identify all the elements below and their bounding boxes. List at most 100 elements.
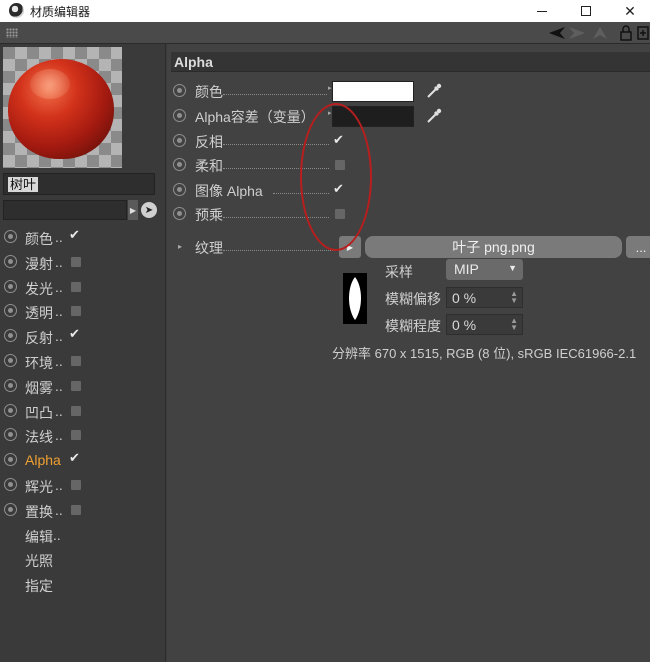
channel-radio[interactable]: [4, 403, 17, 417]
channel-radio[interactable]: [4, 230, 17, 243]
animate-radio[interactable]: [173, 158, 186, 171]
channel-item[interactable]: 环境..: [0, 350, 160, 372]
channel-radio[interactable]: [4, 354, 17, 367]
chevron-down-icon: ▼: [508, 263, 517, 273]
lock-icon[interactable]: [619, 25, 633, 41]
expand-arrow-icon[interactable]: ▸: [328, 84, 332, 92]
layer-field[interactable]: [3, 200, 127, 220]
channel-checkbox[interactable]: ✔: [69, 450, 80, 466]
channel-dots: ..: [55, 229, 63, 245]
eyedropper-icon[interactable]: [425, 82, 443, 100]
back-arrow-icon[interactable]: [547, 25, 567, 41]
pick-arrow-icon[interactable]: ➤: [141, 202, 157, 218]
channel-checkbox[interactable]: [71, 380, 81, 391]
blur-offset-field[interactable]: 0 % ▲ ▼: [446, 287, 523, 308]
channel-radio[interactable]: [4, 304, 17, 318]
channel-dots: ..: [55, 377, 63, 394]
channel-radio[interactable]: [4, 254, 17, 268]
channel-item[interactable]: 烟雾..: [0, 375, 160, 397]
channel-item[interactable]: 光照: [0, 548, 160, 570]
material-preview[interactable]: [3, 47, 122, 168]
window-title: 材质编辑器: [30, 5, 91, 19]
blur-scale-value: 0 %: [452, 317, 477, 333]
channel-item[interactable]: 反射.. ✔: [0, 325, 160, 347]
channel-checkbox[interactable]: [71, 306, 81, 317]
channel-radio[interactable]: [4, 453, 17, 467]
channel-label: 环境: [25, 355, 53, 371]
soft-checkbox[interactable]: [335, 160, 345, 170]
expand-arrow-icon[interactable]: ▸: [328, 109, 332, 117]
channel-item[interactable]: 法线..: [0, 424, 160, 446]
leader-dots: [223, 250, 335, 251]
sampling-select[interactable]: MIP ▼: [446, 259, 523, 280]
animate-radio[interactable]: [173, 207, 186, 220]
animate-radio[interactable]: [173, 109, 186, 122]
resolution-info: 分辨率 670 x 1515, RGB (8 位), sRGB IEC61966…: [332, 346, 637, 361]
cinema4d-app-icon: [9, 3, 24, 18]
channel-checkbox[interactable]: [71, 430, 81, 441]
minimize-icon: [537, 10, 547, 12]
eyedropper-icon[interactable]: [425, 107, 443, 125]
expand-arrow-icon[interactable]: ▸: [178, 242, 182, 251]
channel-checkbox[interactable]: [71, 504, 81, 515]
channel-item[interactable]: 指定: [0, 573, 160, 595]
up-arrow-icon[interactable]: [591, 25, 609, 41]
channel-dots: ..: [55, 303, 63, 320]
channel-label: 凹凸: [25, 404, 53, 421]
close-button[interactable]: ✕: [607, 0, 650, 22]
maximize-icon: [581, 6, 591, 16]
channel-item[interactable]: 发光..: [0, 276, 160, 298]
invert-checkbox[interactable]: ✔: [333, 132, 344, 148]
image-alpha-checkbox[interactable]: ✔: [333, 181, 344, 197]
texture-file-button[interactable]: 叶子 png.png: [365, 236, 622, 258]
channel-radio[interactable]: [4, 502, 17, 516]
channel-radio[interactable]: [4, 329, 17, 343]
title-bar: 材质编辑器 ✕: [0, 0, 650, 22]
leader-dots: [223, 168, 329, 169]
blur-scale-field[interactable]: 0 % ▲ ▼: [446, 314, 523, 335]
material-name-field[interactable]: 树叶: [3, 173, 155, 195]
tolerance-swatch[interactable]: [332, 106, 414, 127]
animate-radio[interactable]: [173, 183, 186, 196]
spinner-icon[interactable]: ▲ ▼: [510, 317, 518, 332]
spinner-icon[interactable]: ▲ ▼: [510, 290, 518, 305]
channel-checkbox[interactable]: ✔: [69, 326, 80, 342]
channel-checkbox[interactable]: ✔: [69, 227, 80, 243]
forward-arrow-icon[interactable]: [568, 25, 586, 41]
layer-dropdown-button[interactable]: ▶: [128, 200, 138, 220]
alpha-color-row: 颜色 ▸: [173, 80, 643, 102]
premultiply-row: 预乘: [173, 203, 643, 225]
texture-menu-button[interactable]: ▶: [339, 236, 361, 258]
texture-thumbnail: [343, 273, 367, 324]
animate-radio[interactable]: [173, 134, 186, 147]
alpha-properties-panel: Alpha 颜色 ▸ Alpha容差（变量） ▸ 反相 ✔ 柔和 图像 Alph…: [167, 44, 650, 662]
channel-radio[interactable]: [4, 478, 17, 491]
minimize-button[interactable]: [519, 0, 565, 22]
maximize-button[interactable]: [563, 0, 609, 22]
color-swatch[interactable]: [332, 81, 414, 102]
invert-row: 反相 ✔: [173, 130, 643, 152]
channel-item[interactable]: 置换..: [0, 499, 160, 521]
channel-radio[interactable]: [4, 279, 17, 293]
channel-checkbox[interactable]: [71, 405, 81, 416]
channel-item[interactable]: Alpha ✔: [0, 449, 160, 471]
channel-item[interactable]: 编辑..: [0, 524, 160, 546]
channel-checkbox[interactable]: [71, 480, 81, 490]
channel-checkbox[interactable]: [71, 256, 81, 267]
channel-item[interactable]: 颜色.. ✔: [0, 226, 160, 248]
channel-checkbox[interactable]: [71, 356, 81, 366]
channel-item[interactable]: 凹凸..: [0, 400, 160, 422]
channel-item[interactable]: 透明..: [0, 300, 160, 322]
blur-scale-label: 模糊程度: [385, 318, 441, 334]
channel-label: 法线: [25, 429, 53, 446]
channel-checkbox[interactable]: [71, 281, 81, 292]
channel-radio[interactable]: [4, 378, 17, 392]
new-panel-icon[interactable]: [636, 25, 650, 41]
animate-radio[interactable]: [173, 84, 186, 97]
texture-browse-button[interactable]: ...: [626, 236, 650, 258]
grip-icon[interactable]: [6, 28, 18, 38]
channel-radio[interactable]: [4, 428, 17, 442]
channel-item[interactable]: 漫射..: [0, 251, 160, 273]
premultiply-checkbox[interactable]: [335, 209, 345, 219]
channel-item[interactable]: 辉光..: [0, 474, 160, 496]
